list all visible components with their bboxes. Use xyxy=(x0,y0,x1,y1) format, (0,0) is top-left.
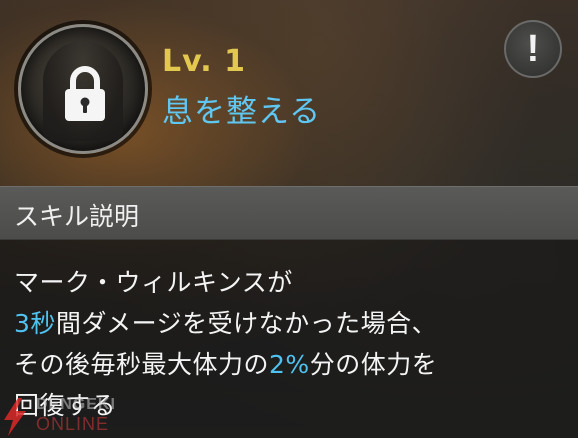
description-line: 3秒間ダメージを受けなかった場合、 xyxy=(14,303,564,344)
watermark-logo: DENGEKI ONLINE xyxy=(0,394,150,438)
description-text: 間ダメージを受けなかった場合、 xyxy=(55,309,438,338)
lightning-bolt-icon xyxy=(4,398,26,436)
description-line: その後毎秒最大体力の2%分の体力を xyxy=(14,344,564,385)
description-highlight: 3秒 xyxy=(14,309,56,338)
description-text: その後毎秒最大体力の xyxy=(14,350,270,379)
section-header: スキル説明 xyxy=(0,186,578,240)
info-button[interactable]: ! xyxy=(504,20,562,78)
lock-icon xyxy=(65,66,105,121)
watermark-text-2: ONLINE xyxy=(36,414,110,434)
skill-icon[interactable] xyxy=(18,24,148,154)
description-line: マーク・ウィルキンスが xyxy=(14,262,564,303)
skill-name: 息を整える xyxy=(162,94,322,130)
description-text: マーク・ウィルキンスが xyxy=(14,268,293,297)
skill-level: Lv. 1 xyxy=(162,44,246,79)
section-title: スキル説明 xyxy=(14,202,140,231)
description-highlight: 2% xyxy=(269,350,310,379)
exclamation-icon: ! xyxy=(526,28,540,70)
watermark-text-1: DENGEKI xyxy=(36,396,116,413)
description-text: 分の体力を xyxy=(309,350,438,379)
